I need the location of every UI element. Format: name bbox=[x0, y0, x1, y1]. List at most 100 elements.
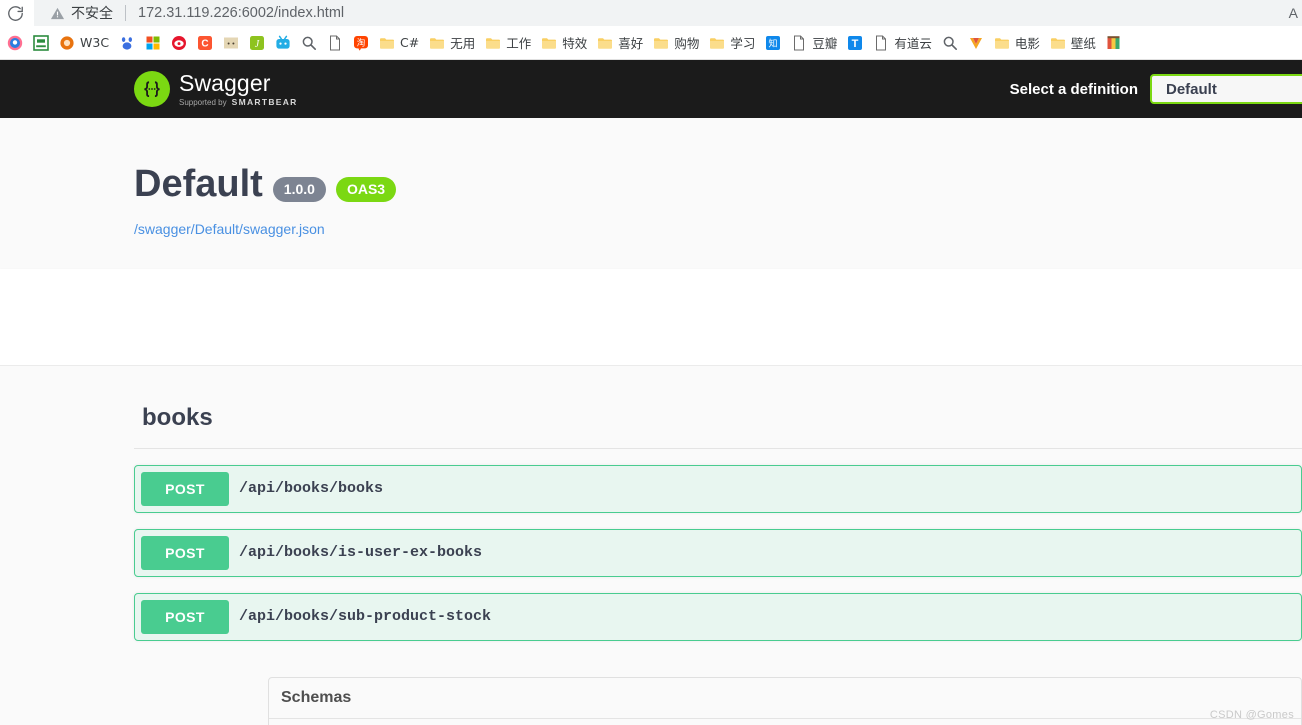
version-badge: 1.0.0 bbox=[272, 177, 326, 203]
warning-triangle-icon bbox=[50, 7, 65, 19]
schemas-header[interactable]: Schemas bbox=[269, 678, 1301, 719]
page-icon bbox=[873, 35, 889, 51]
w3c-icon bbox=[59, 35, 75, 51]
definition-selector: Select a definition Default bbox=[1010, 74, 1302, 104]
douban-icon bbox=[33, 34, 49, 51]
security-label: 不安全 bbox=[71, 6, 113, 22]
spec-json-link[interactable]: /swagger/Default/swagger.json bbox=[134, 221, 1302, 237]
microsoft-icon bbox=[145, 35, 161, 51]
supported-by-label: Supported by bbox=[179, 97, 227, 107]
bookmark-item[interactable]: 特效 bbox=[536, 30, 592, 56]
folder-icon bbox=[429, 35, 445, 51]
bookmark-item[interactable]: 电影 bbox=[989, 30, 1045, 56]
bookmark-item[interactable]: J bbox=[244, 30, 270, 56]
servers-container bbox=[0, 268, 1302, 366]
svg-text:T: T bbox=[852, 38, 859, 50]
swagger-logo-icon bbox=[134, 71, 170, 107]
bookmark-label: 电影 bbox=[1014, 36, 1040, 51]
bookmark-item[interactable] bbox=[2, 30, 28, 56]
bookmark-item[interactable] bbox=[166, 30, 192, 56]
search-icon bbox=[301, 35, 317, 51]
bookmark-item[interactable]: C bbox=[192, 30, 218, 56]
bookmark-item[interactable]: C# bbox=[374, 30, 424, 56]
omnibox[interactable]: 不安全 172.31.119.226:6002/index.html A bbox=[34, 0, 1302, 26]
bookmark-item[interactable]: 有道云 bbox=[868, 30, 937, 56]
bookmarks-bar: W3C C J 淘 C# 无用 工作 特效 喜好 购物 学习 知 豆瓣 T 有道云 电影 壁纸 bbox=[0, 26, 1302, 60]
folder-icon bbox=[994, 35, 1010, 51]
folder-icon bbox=[1050, 35, 1066, 51]
reload-icon[interactable] bbox=[2, 0, 28, 26]
bookmark-item[interactable] bbox=[937, 30, 963, 56]
bookmark-item[interactable]: 淘 bbox=[348, 30, 374, 56]
page-root: 不安全 172.31.119.226:6002/index.html A W3C… bbox=[0, 0, 1302, 725]
svg-text:J: J bbox=[255, 38, 260, 49]
svg-text:淘: 淘 bbox=[357, 37, 366, 48]
bookmark-item[interactable] bbox=[322, 30, 348, 56]
schemas-section: Schemas bbox=[268, 676, 1302, 725]
bookmark-item[interactable]: W3C bbox=[54, 30, 114, 56]
security-status[interactable]: 不安全 bbox=[50, 3, 113, 23]
omnibox-trailing-glyph[interactable]: A bbox=[1289, 0, 1298, 26]
bookmark-item[interactable]: 购物 bbox=[648, 30, 704, 56]
url-text: 172.31.119.226:6002/index.html bbox=[138, 5, 345, 21]
folder-icon bbox=[379, 35, 395, 51]
operation-row[interactable]: POST/api/books/books bbox=[134, 464, 1302, 513]
operation-method-badge: POST bbox=[141, 599, 229, 634]
zhihu-icon: 知 bbox=[765, 35, 781, 51]
bookmark-item[interactable] bbox=[270, 30, 296, 56]
bookmark-item[interactable] bbox=[28, 30, 54, 56]
colorful-icon bbox=[1106, 35, 1122, 51]
baidu-icon bbox=[119, 35, 135, 51]
bookmark-item[interactable] bbox=[1101, 30, 1127, 56]
bookmark-item[interactable]: 知 bbox=[760, 30, 786, 56]
select-definition-label: Select a definition bbox=[1009, 80, 1138, 98]
definition-select-input[interactable]: Default bbox=[1150, 74, 1302, 104]
csdn-icon: C bbox=[197, 35, 213, 51]
bookmark-label: 无用 bbox=[450, 36, 476, 51]
swagger-logo[interactable]: Swagger Supported by SMARTBEAR bbox=[134, 71, 298, 107]
firefox-icon bbox=[7, 35, 23, 51]
v-icon bbox=[968, 35, 984, 51]
schemas-body bbox=[269, 719, 1301, 725]
browser-chrome: 不安全 172.31.119.226:6002/index.html A W3C… bbox=[0, 0, 1302, 60]
bookmark-item[interactable]: 壁纸 bbox=[1045, 30, 1101, 56]
bookmark-item[interactable]: 学习 bbox=[704, 30, 760, 56]
bookmark-item[interactable] bbox=[963, 30, 989, 56]
operation-row[interactable]: POST/api/books/sub-product-stock bbox=[134, 592, 1302, 641]
address-bar-row: 不安全 172.31.119.226:6002/index.html A bbox=[0, 0, 1302, 26]
bookmark-item[interactable] bbox=[296, 30, 322, 56]
bookmark-label: 学习 bbox=[730, 36, 756, 51]
bookmark-label: C# bbox=[400, 35, 420, 50]
operation-path: /api/books/sub-product-stock bbox=[239, 608, 492, 626]
bookmark-label: 有道云 bbox=[894, 36, 932, 51]
page-icon bbox=[327, 35, 343, 51]
bookmark-label: 豆瓣 bbox=[812, 36, 838, 51]
operations-list: POST/api/books/books POST/api/books/is-us… bbox=[134, 464, 1302, 641]
bookmark-item[interactable]: 工作 bbox=[480, 30, 536, 56]
smartbear-label: SMARTBEAR bbox=[231, 96, 298, 107]
schemas-title: Schemas bbox=[281, 688, 352, 706]
operation-row[interactable]: POST/api/books/is-user-ex-books bbox=[134, 528, 1302, 577]
omnibox-separator bbox=[125, 5, 126, 21]
bookmark-item[interactable]: 无用 bbox=[424, 30, 480, 56]
folder-icon bbox=[597, 35, 613, 51]
bookmark-item[interactable]: T bbox=[842, 30, 868, 56]
bookmark-item[interactable]: 喜好 bbox=[592, 30, 648, 56]
zhihu-daily-icon bbox=[223, 35, 239, 51]
braces-icon bbox=[144, 81, 160, 98]
folder-icon bbox=[709, 35, 725, 51]
svg-text:知: 知 bbox=[769, 37, 778, 49]
folder-icon bbox=[541, 35, 557, 51]
search-icon bbox=[942, 35, 958, 51]
bookmark-item[interactable] bbox=[218, 30, 244, 56]
juejin-icon: J bbox=[249, 35, 265, 51]
bookmark-item[interactable]: 豆瓣 bbox=[786, 30, 842, 56]
folder-icon bbox=[653, 35, 669, 51]
page-title: Default bbox=[134, 163, 263, 205]
bookmark-item[interactable] bbox=[140, 30, 166, 56]
bookmark-label: 壁纸 bbox=[1070, 36, 1096, 51]
tag-header[interactable]: books bbox=[134, 394, 1302, 449]
operation-path: /api/books/books bbox=[239, 480, 384, 498]
bookmark-item[interactable] bbox=[114, 30, 140, 56]
bookmark-label: 购物 bbox=[674, 36, 700, 51]
